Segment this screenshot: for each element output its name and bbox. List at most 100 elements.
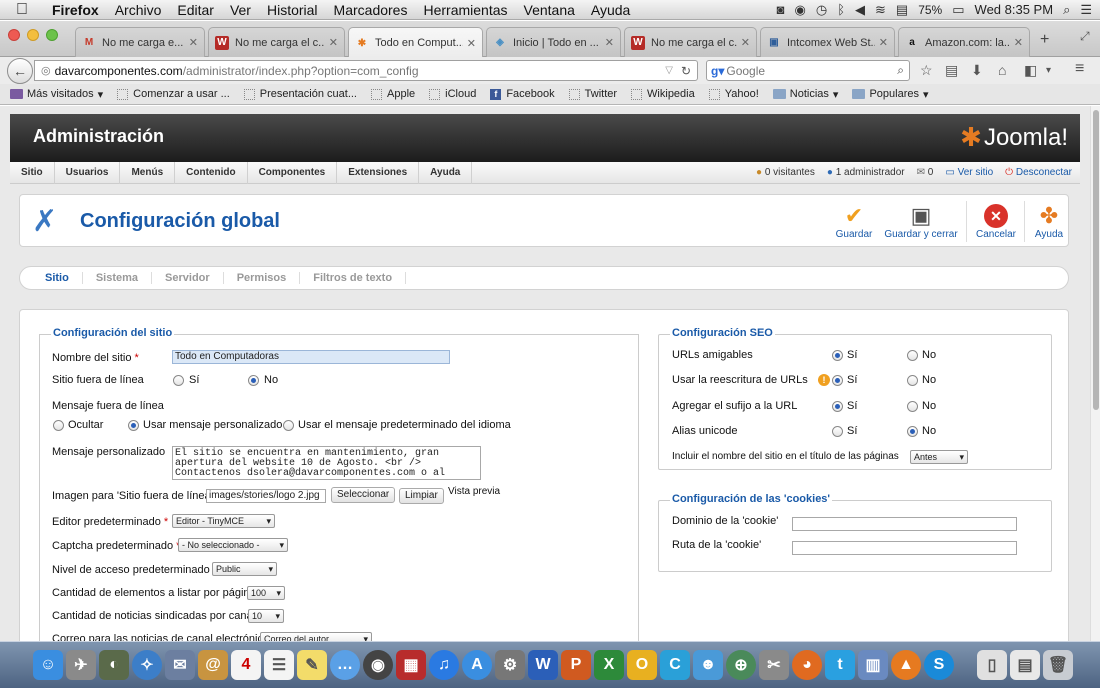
close-tab-icon[interactable]: ✕: [189, 36, 198, 49]
powerpoint-icon[interactable]: P: [561, 650, 591, 680]
close-tab-icon[interactable]: ✕: [467, 37, 476, 50]
bookmark-apple[interactable]: Apple: [371, 88, 415, 100]
close-tab-icon[interactable]: ✕: [329, 36, 338, 49]
custom-message-radio[interactable]: [128, 420, 139, 431]
menu-herramientas[interactable]: Herramientas: [415, 2, 515, 18]
tab-filtros-texto[interactable]: Filtros de texto: [300, 272, 407, 284]
list-limit-select[interactable]: 100: [247, 586, 285, 600]
tab-permisos[interactable]: Permisos: [224, 272, 301, 284]
offline-no-radio[interactable]: [248, 375, 259, 386]
bookmark-presentacion[interactable]: Presentación cuat...: [243, 88, 357, 100]
close-tab-icon[interactable]: ✕: [605, 36, 614, 49]
custom-message-textarea[interactable]: El sitio se encuentra en mantenimiento, …: [172, 446, 481, 480]
rewrite-yes-radio[interactable]: [832, 375, 843, 386]
window-zoom-icon[interactable]: [46, 29, 58, 41]
back-arrow-icon[interactable]: ←: [7, 58, 33, 84]
cancel-button[interactable]: ✕ Cancelar: [972, 203, 1020, 240]
clock[interactable]: Wed 8:35 PM: [975, 2, 1054, 17]
document-stack-icon[interactable]: ▯: [977, 650, 1007, 680]
cookie-domain-input[interactable]: [792, 517, 1017, 531]
tab-sitio[interactable]: Sitio: [32, 272, 83, 284]
launchpad-icon[interactable]: ✈: [66, 650, 96, 680]
bookmark-star-icon[interactable]: ☆: [920, 62, 933, 79]
rewrite-no-radio[interactable]: [907, 375, 918, 386]
feed-email-select[interactable]: Correo del autor: [260, 632, 372, 641]
search-box[interactable]: g▾ Google ⌕: [706, 60, 910, 81]
facetime-icon[interactable]: ◉: [363, 650, 393, 680]
hamburger-menu-icon[interactable]: ≡: [1075, 60, 1084, 78]
eye-icon[interactable]: ◉: [795, 2, 806, 18]
utility-icon[interactable]: ✂: [759, 650, 789, 680]
safari-icon[interactable]: ✧: [132, 650, 162, 680]
view-site-link[interactable]: ▭ Ver sitio: [945, 167, 993, 178]
spotlight-search-icon[interactable]: ⌕: [1063, 2, 1070, 18]
bookmark-noticias[interactable]: Noticias ▾: [772, 88, 838, 101]
dashboard-icon[interactable]: ◐: [99, 650, 129, 680]
menu-ver[interactable]: Ver: [222, 2, 259, 18]
itunes-icon[interactable]: ♫: [429, 650, 459, 680]
skype-dock-icon[interactable]: S: [924, 650, 954, 680]
addon-icon[interactable]: ◧: [1024, 62, 1037, 79]
notification-list-icon[interactable]: ☰: [1080, 2, 1092, 18]
excel-icon[interactable]: X: [594, 650, 624, 680]
fullscreen-icon[interactable]: ⤢: [1080, 29, 1090, 44]
page-scrollbar[interactable]: [1090, 106, 1100, 641]
select-image-button[interactable]: Seleccionar: [331, 487, 396, 503]
close-tab-icon[interactable]: ✕: [879, 36, 888, 49]
menu-app-firefox[interactable]: Firefox: [44, 2, 107, 18]
menu-extensiones[interactable]: Extensiones: [337, 161, 420, 184]
messenger-icon[interactable]: ☻: [693, 650, 723, 680]
notes-icon[interactable]: ✎: [297, 650, 327, 680]
messages-status[interactable]: ✉ 0: [917, 167, 934, 178]
site-name-input[interactable]: Todo en Computadoras: [172, 350, 450, 364]
bookmark-wikipedia[interactable]: Wikipedia: [631, 88, 695, 100]
calendar-icon[interactable]: 4: [231, 650, 261, 680]
menu-archivo[interactable]: Archivo: [107, 2, 170, 18]
bluetooth-icon[interactable]: ᛒ: [837, 2, 845, 17]
menu-menus[interactable]: Menús: [120, 161, 176, 184]
bookmark-yahoo[interactable]: Yahoo!: [708, 88, 759, 100]
bookmark-facebook[interactable]: f Facebook: [490, 88, 555, 100]
network-icon[interactable]: ⊕: [726, 650, 756, 680]
apple-icon[interactable]: : [0, 1, 44, 19]
time-machine-icon[interactable]: ◷: [816, 2, 827, 18]
preview-app-icon[interactable]: ▥: [858, 650, 888, 680]
tab-7[interactable]: a Amazon.com: la... ✕: [898, 27, 1030, 57]
close-tab-icon[interactable]: ✕: [1014, 36, 1023, 49]
outlook-icon[interactable]: O: [627, 650, 657, 680]
menu-ayuda-joomla[interactable]: Ayuda: [419, 161, 473, 184]
battery-percent[interactable]: 75%: [918, 3, 942, 17]
battery-icon[interactable]: ▭: [952, 2, 964, 18]
mail-app-icon[interactable]: ✉: [165, 650, 195, 680]
bookmark-comenzar[interactable]: Comenzar a usar ...: [117, 88, 230, 100]
reminders-icon[interactable]: ☰: [264, 650, 294, 680]
menu-componentes[interactable]: Componentes: [248, 161, 338, 184]
scrollbar-thumb[interactable]: [1093, 110, 1099, 410]
sef-no-radio[interactable]: [907, 350, 918, 361]
reading-list-icon[interactable]: ▤: [945, 62, 958, 79]
offline-yes-radio[interactable]: [173, 375, 184, 386]
communicator-icon[interactable]: C: [660, 650, 690, 680]
default-message-radio[interactable]: [283, 420, 294, 431]
tab-servidor[interactable]: Servidor: [152, 272, 224, 284]
firefox-dock-icon[interactable]: ◕: [792, 650, 822, 680]
menu-ayuda[interactable]: Ayuda: [583, 2, 638, 18]
menu-editar[interactable]: Editar: [169, 2, 222, 18]
suffix-no-radio[interactable]: [907, 401, 918, 412]
tab-6[interactable]: ▣ Intcomex Web St... ✕: [760, 27, 895, 57]
menu-marcadores[interactable]: Marcadores: [326, 2, 416, 18]
bookmark-twitter[interactable]: Twitter: [568, 88, 617, 100]
url-bar[interactable]: ◎ davarcomponentes.com/administrator/ind…: [34, 60, 698, 81]
cookie-path-input[interactable]: [792, 541, 1017, 555]
close-tab-icon[interactable]: ✕: [741, 36, 750, 49]
offline-image-input[interactable]: images/stories/logo 2.jpg: [206, 489, 326, 503]
window-minimize-icon[interactable]: [27, 29, 39, 41]
downloads-icon[interactable]: ⬇: [971, 62, 983, 79]
contacts-icon[interactable]: @: [198, 650, 228, 680]
messages-icon[interactable]: …: [330, 650, 360, 680]
reload-icon[interactable]: ↻: [681, 64, 691, 78]
app-store-icon[interactable]: A: [462, 650, 492, 680]
new-tab-icon[interactable]: +: [1040, 31, 1049, 49]
captcha-select[interactable]: - No seleccionado -: [178, 538, 288, 552]
suffix-yes-radio[interactable]: [832, 401, 843, 412]
